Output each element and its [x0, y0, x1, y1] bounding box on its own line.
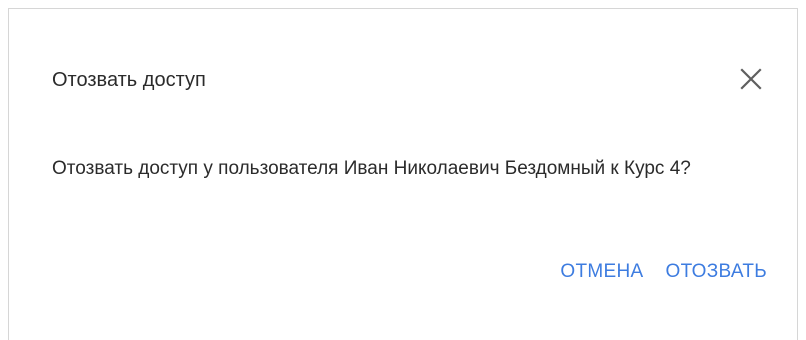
close-button[interactable]	[737, 65, 765, 93]
close-icon	[739, 67, 763, 91]
dialog-message: Отозвать доступ у пользователя Иван Нико…	[52, 158, 691, 179]
dialog-title: Отозвать доступ	[52, 69, 206, 91]
cancel-button[interactable]: ОТМЕНА	[560, 261, 643, 283]
dialog-actions: ОТМЕНА ОТОЗВАТЬ	[560, 261, 767, 283]
revoke-button[interactable]: ОТОЗВАТЬ	[666, 261, 768, 283]
revoke-access-dialog: Отозвать доступ Отозвать доступ у пользо…	[8, 8, 798, 340]
